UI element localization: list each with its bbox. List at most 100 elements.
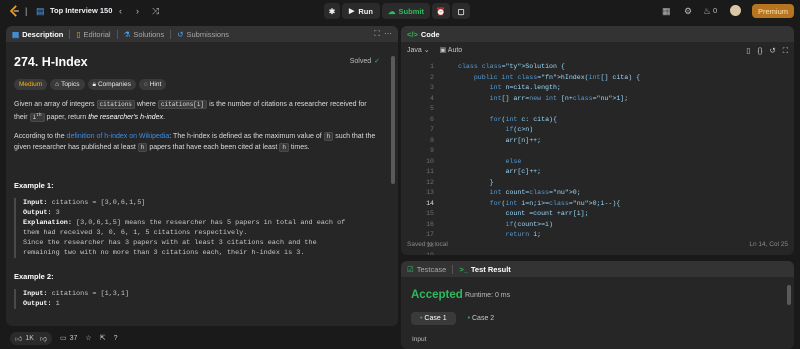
thumbs-down-icon[interactable]: 👎︎ (40, 334, 47, 343)
alarm-button[interactable]: ⏰ (432, 3, 450, 19)
code-line[interactable]: 12 } (401, 178, 794, 189)
code-line[interactable]: 9 (401, 146, 794, 157)
tab-description[interactable]: ▤ Description (6, 26, 69, 42)
auto-toggle[interactable]: ▣ Auto (440, 46, 463, 54)
inline-code: h (279, 142, 289, 152)
tab-testcase[interactable]: ☑ Testcase (401, 261, 452, 277)
gear-icon[interactable]: ⚙ (684, 6, 692, 16)
case-tabs: • Case 1 • Case 2 (411, 312, 498, 325)
value: citations = [1,3,1] (51, 290, 130, 298)
fire-icon[interactable]: ♨ (703, 6, 711, 16)
inline-code: h (323, 132, 334, 141)
line-number: 8 (430, 136, 434, 144)
hint-label: Hint (149, 81, 162, 88)
problem-paragraph-1: Given an array of integers citations whe… (14, 100, 380, 123)
like-button[interactable]: 👍︎ 1K 👎︎ (10, 331, 52, 345)
tab-test-result[interactable]: >_ Test Result (453, 261, 516, 277)
text: where (136, 101, 156, 108)
terminal-icon: >_ (459, 264, 468, 274)
scrollbar[interactable] (391, 56, 395, 184)
language-select[interactable]: Java ⌄ (407, 46, 430, 54)
save-status: Saved to local (407, 241, 448, 248)
problem-list-title[interactable]: Top Interview 150 (50, 6, 112, 15)
solved-label: Solved (349, 57, 372, 65)
case-1-tab[interactable]: • Case 1 (411, 312, 456, 325)
share-icon[interactable]: ⇱ (100, 334, 106, 342)
code-editor[interactable]: 1 class class="ty">Solution {2 public int… (401, 62, 794, 255)
shuffle-icon[interactable]: ⤨ (152, 6, 159, 16)
braces-icon[interactable]: {} (757, 46, 762, 56)
line-number: 3 (430, 84, 434, 91)
comments-button[interactable]: ▭ 37 (60, 334, 77, 343)
expand-icon[interactable]: ⛶ (374, 29, 380, 39)
help-icon[interactable]: ? (114, 335, 118, 342)
code-text: if(c>n) (505, 126, 534, 133)
code-line[interactable]: 18 (401, 241, 794, 252)
code-text: class class="ty">Solution { (458, 63, 565, 70)
topics-chip[interactable]: ⌂ Topics (50, 79, 85, 90)
case-2-tab[interactable]: • Case 2 (464, 312, 499, 325)
reset-icon[interactable]: ↺ (769, 46, 775, 56)
code-text: else (505, 157, 522, 165)
thumbs-up-icon: 👍︎ (15, 335, 23, 343)
next-problem-icon[interactable]: › (136, 6, 139, 16)
debug-button[interactable]: ✱ (324, 3, 340, 19)
hint-chip[interactable]: ◌ Hint (138, 79, 167, 90)
tab-code[interactable]: </> Code (401, 26, 446, 42)
run-button[interactable]: ▶ Run (342, 3, 380, 19)
case-1-label: Case 1 (424, 315, 447, 322)
code-line[interactable]: 15 count =count +arr[i]; (401, 209, 794, 220)
fullscreen-icon[interactable]: ⛶ (783, 46, 788, 56)
streak-count: 0 (713, 6, 718, 15)
code-line[interactable]: 10 else (401, 157, 794, 168)
period: . (163, 113, 166, 121)
code-line[interactable]: 3 int n=cita.length; (401, 83, 794, 94)
text: papers that have each been cited at leas… (149, 143, 278, 151)
code-line[interactable]: 11 arr[c]++; (401, 167, 794, 178)
tab-editorial[interactable]: ▯ Editorial (70, 26, 116, 42)
code-line[interactable]: 8 arr[n]++; (401, 136, 794, 147)
code-line[interactable]: 16 if(count>=i) (401, 220, 794, 231)
value: citations = [3,0,6,1,5] (51, 199, 146, 207)
premium-button[interactable]: Premium (752, 4, 794, 18)
code-line[interactable]: 2 public int class="fn">hIndex(int[] cit… (401, 73, 794, 84)
code-line[interactable]: 17 return i; (401, 230, 794, 241)
line-number: 15 (426, 210, 434, 217)
result-tabs: ☑ Testcase >_ Test Result (401, 261, 794, 277)
star-icon[interactable]: ☆ (85, 334, 91, 342)
companies-chip[interactable]: 🔒︎ Companies (87, 79, 136, 90)
code-text: int count=class="nu">0; (489, 189, 581, 196)
code-line[interactable]: 14 for(int i=n;i>=class="nu">0;i--){ (401, 199, 794, 210)
submit-button[interactable]: ☁ Submit (382, 3, 430, 19)
scrollbar[interactable] (787, 285, 791, 305)
code-line[interactable]: 4 int[] arr=new int [n+class="nu">1]; (401, 94, 794, 105)
tab-solutions[interactable]: ⚗ Solutions (118, 26, 171, 42)
code-text: int[] arr=new int [n+class="nu">1]; (489, 94, 629, 102)
sup: th (36, 112, 42, 118)
code-line[interactable]: 6 for(int c: cita){ (401, 115, 794, 126)
emphasis: the researcher's h-index (88, 113, 164, 121)
problem-title: 274. H-Index (14, 55, 88, 69)
code-line[interactable]: 7 if(c>n) (401, 125, 794, 136)
layout-icon[interactable]: ▦ (662, 6, 671, 16)
text: times. (290, 143, 310, 151)
value: [3,0,6,1,5] means the researcher has 5 p… (76, 219, 346, 227)
notes-button[interactable]: ▢ (452, 3, 470, 19)
wikipedia-link[interactable]: definition of h-index on Wikipedia (67, 133, 170, 140)
text: : The h-index is defined as the maximum … (169, 133, 322, 140)
problem-paragraph-2: According to the definition of h-index o… (14, 132, 380, 153)
more-icon[interactable]: ⋯ (384, 29, 392, 38)
avatar[interactable] (730, 5, 741, 16)
list-icon[interactable]: ▤ (36, 6, 45, 16)
code-line[interactable]: 5 (401, 104, 794, 115)
prev-problem-icon[interactable]: ‹ (119, 6, 122, 16)
check-circle-icon: ✓ (374, 58, 380, 65)
bookmark-icon[interactable]: ▯ (746, 46, 750, 56)
tab-description-label: Description (22, 29, 64, 39)
code-line[interactable]: 13 int count=class="nu">0; (401, 188, 794, 199)
code-line[interactable]: 19 (401, 251, 794, 255)
lock-icon: ▣ (439, 47, 447, 54)
tab-submissions[interactable]: ↺ Submissions (171, 26, 235, 42)
code-line[interactable]: 1 class class="ty">Solution { (401, 62, 794, 73)
leetcode-logo-icon[interactable] (9, 5, 20, 17)
